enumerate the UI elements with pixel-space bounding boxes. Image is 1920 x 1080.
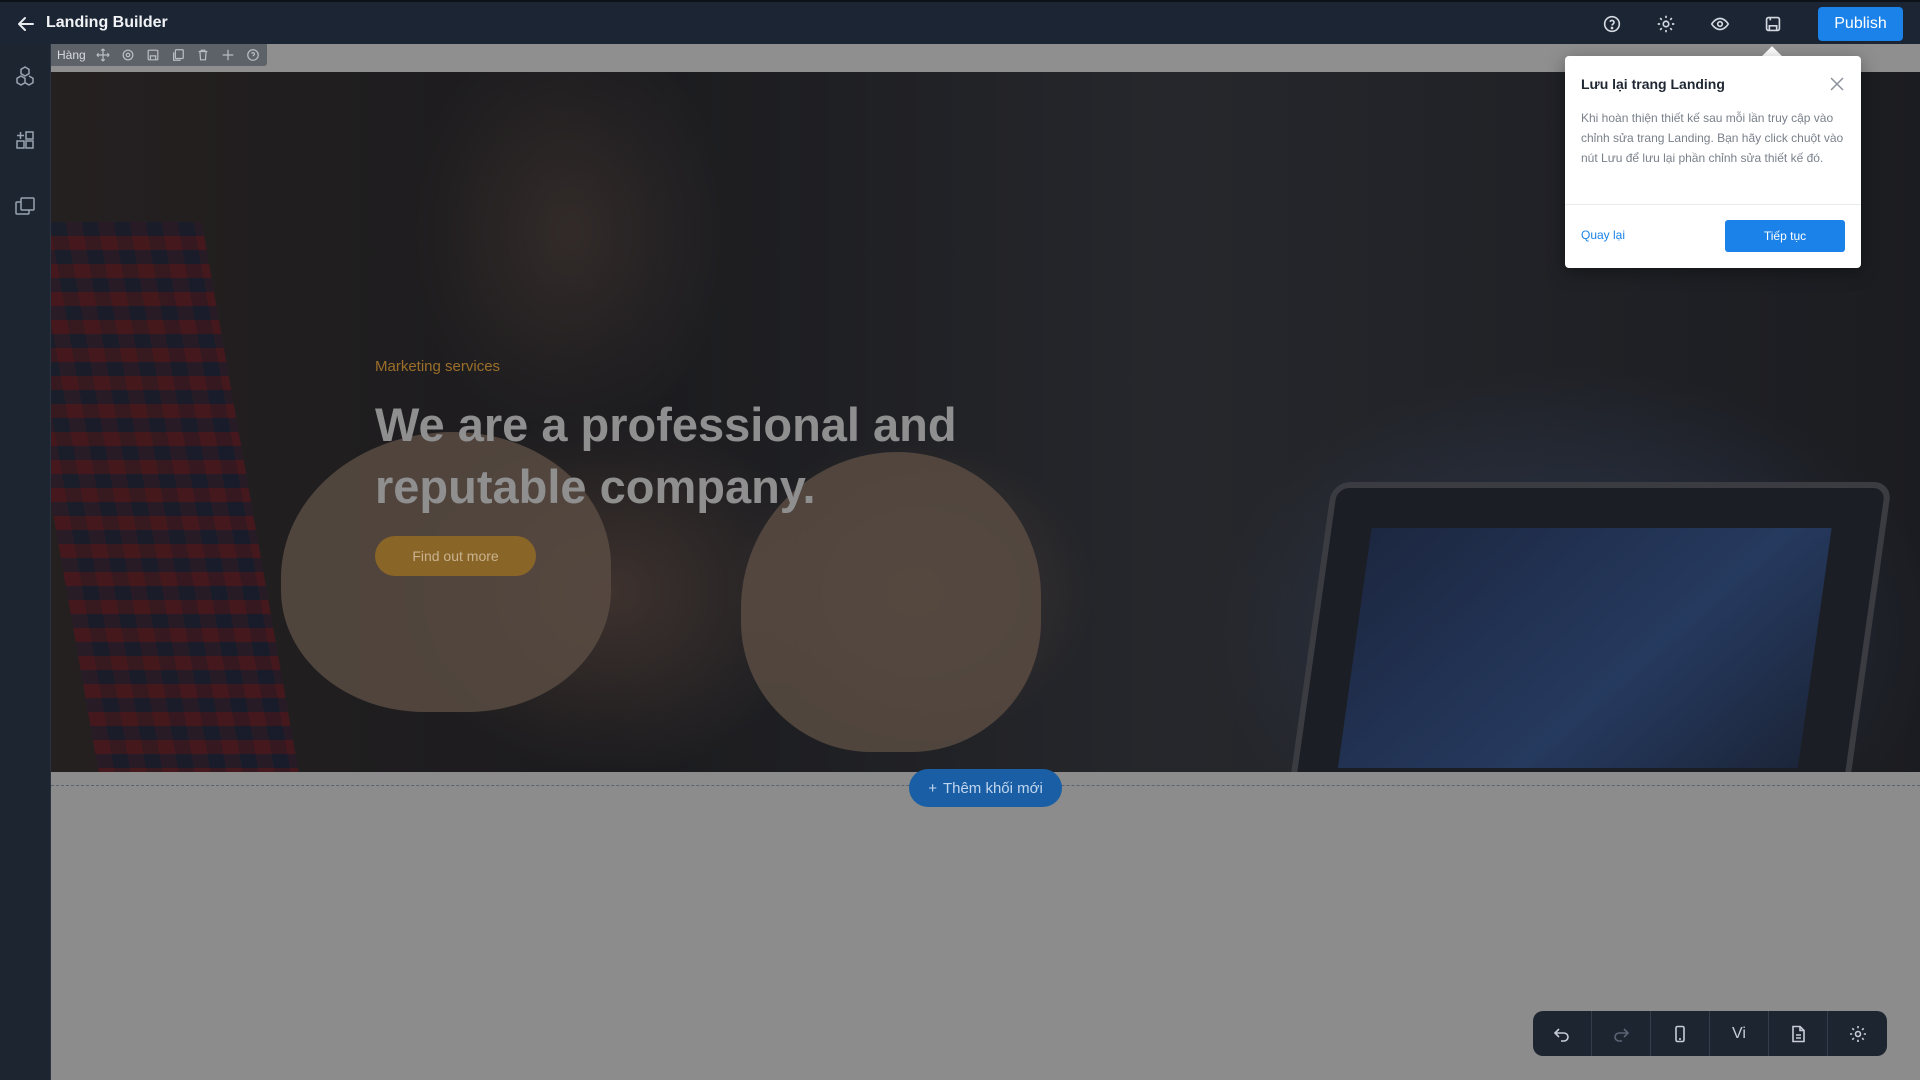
save-tip-popover: Lưu lại trang Landing Khi hoàn thiện thi… bbox=[1565, 56, 1861, 268]
find-out-more-button[interactable]: Find out more bbox=[375, 536, 536, 576]
help-icon[interactable] bbox=[1601, 13, 1623, 35]
add-block-label: Thêm khối mới bbox=[942, 779, 1043, 797]
back-link[interactable]: Quay lại bbox=[1581, 228, 1625, 242]
close-icon[interactable] bbox=[1828, 75, 1846, 93]
mobile-view-icon[interactable] bbox=[1651, 1011, 1710, 1056]
add-new-block-button[interactable]: + Thêm khối mới bbox=[909, 769, 1062, 807]
components-icon[interactable] bbox=[13, 64, 37, 88]
row-save-icon[interactable] bbox=[145, 47, 161, 63]
language-toggle[interactable]: Vi bbox=[1710, 1011, 1769, 1056]
popover-divider bbox=[1565, 204, 1861, 205]
row-help-icon[interactable] bbox=[245, 47, 261, 63]
delete-icon[interactable] bbox=[195, 47, 211, 63]
continue-button[interactable]: Tiếp tục bbox=[1725, 220, 1845, 252]
back-arrow-icon[interactable] bbox=[14, 12, 38, 36]
app-title: Landing Builder bbox=[46, 14, 168, 31]
hero-tag: Marketing services bbox=[375, 358, 501, 375]
row-toolbar: Hàng bbox=[51, 44, 267, 66]
pages-icon[interactable] bbox=[13, 194, 37, 218]
bottom-settings-icon[interactable] bbox=[1828, 1011, 1887, 1056]
row-label: Hàng bbox=[57, 48, 86, 62]
bottom-toolbar: Vi bbox=[1533, 1011, 1887, 1056]
popover-body: Khi hoàn thiện thiết kế sau mỗi lần truy… bbox=[1581, 111, 1844, 165]
duplicate-icon[interactable] bbox=[170, 47, 186, 63]
plus-icon: + bbox=[928, 779, 937, 797]
settings-icon[interactable] bbox=[1655, 13, 1677, 35]
top-bar: Landing Builder Publish bbox=[0, 0, 1920, 44]
hero-title: We are a professional and reputable comp… bbox=[375, 398, 957, 513]
preview-eye-icon[interactable] bbox=[1709, 13, 1731, 35]
undo-icon[interactable] bbox=[1533, 1011, 1592, 1056]
popover-title: Lưu lại trang Landing bbox=[1581, 76, 1725, 92]
add-block-icon[interactable] bbox=[13, 128, 37, 152]
row-settings-icon[interactable] bbox=[120, 47, 136, 63]
page-icon[interactable] bbox=[1769, 1011, 1828, 1056]
move-icon[interactable] bbox=[95, 47, 111, 63]
redo-icon[interactable] bbox=[1592, 1011, 1651, 1056]
publish-button[interactable]: Publish bbox=[1818, 7, 1903, 41]
save-icon[interactable] bbox=[1762, 13, 1784, 35]
left-sidebar bbox=[0, 44, 51, 1080]
add-icon[interactable] bbox=[220, 47, 236, 63]
